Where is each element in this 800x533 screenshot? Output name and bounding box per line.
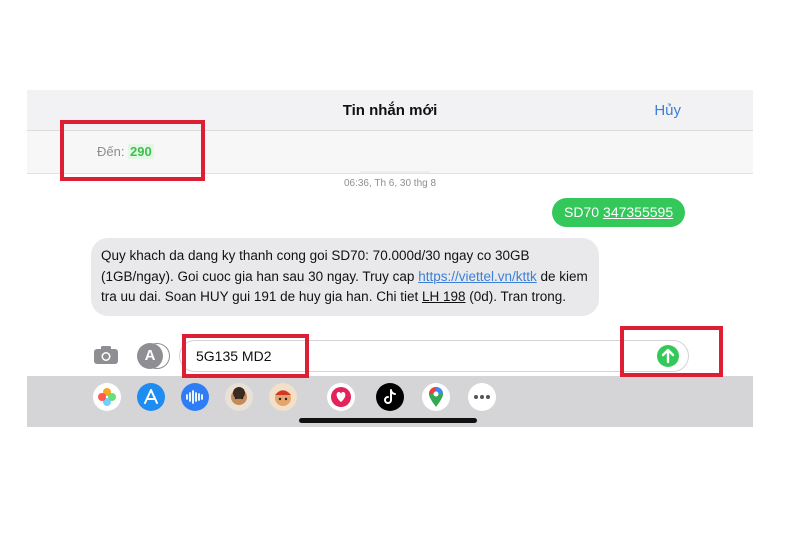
incoming-contact-number[interactable]: LH 198 <box>422 289 466 304</box>
incoming-message-bubble[interactable]: Quy khach da dang ky thanh cong goi SD70… <box>91 238 599 316</box>
memoji-2-icon[interactable] <box>269 383 297 411</box>
divider <box>360 171 430 173</box>
apps-drawer-icon[interactable]: A <box>137 343 163 369</box>
send-highlight-box <box>620 326 723 377</box>
input-highlight-box <box>182 334 309 378</box>
maps-icon[interactable] <box>422 383 450 411</box>
digital-touch-icon[interactable] <box>327 383 355 411</box>
memoji-icon[interactable] <box>225 383 253 411</box>
tiktok-icon[interactable] <box>376 383 404 411</box>
outgoing-message-bubble[interactable]: SD70 347355595 <box>552 198 686 227</box>
cancel-button[interactable]: Hủy <box>654 102 681 119</box>
app-dock <box>27 376 753 427</box>
incoming-text-end: (0d). Tran trong. <box>465 289 567 304</box>
more-icon[interactable] <box>468 383 496 411</box>
recipient-highlight-box <box>60 120 205 181</box>
camera-icon[interactable] <box>93 345 119 365</box>
incoming-link[interactable]: https://viettel.vn/kttk <box>418 269 537 284</box>
page-title: Tin nhắn mới <box>342 102 438 119</box>
home-indicator[interactable] <box>299 418 477 423</box>
photos-icon[interactable] <box>93 383 121 411</box>
outgoing-phone-number[interactable]: 347355595 <box>603 204 673 220</box>
app-store-icon[interactable] <box>137 383 165 411</box>
outgoing-keyword: SD70 <box>564 204 600 220</box>
audio-message-icon[interactable] <box>181 383 209 411</box>
